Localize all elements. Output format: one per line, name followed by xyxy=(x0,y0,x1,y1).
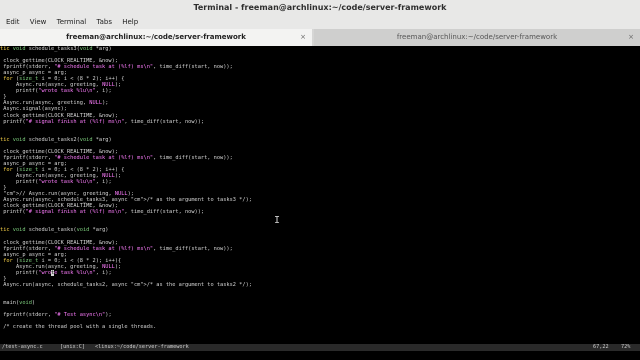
tab-1[interactable]: freeman@archlinux:~/code/server-framewor… xyxy=(0,29,312,46)
menu-terminal[interactable]: Terminal xyxy=(53,15,91,29)
status-percent: 72% xyxy=(621,344,631,350)
tab-1-close-icon[interactable]: × xyxy=(300,29,306,46)
status-format: [unix:C] xyxy=(60,344,85,350)
menu-view[interactable]: View xyxy=(26,15,51,29)
menu-help[interactable]: Help xyxy=(118,15,142,29)
status-path: <linux:~/code/server-framework xyxy=(95,344,189,350)
tab-2-label: freeman@archlinux:~/code/server-framewor… xyxy=(396,33,558,41)
tab-bar: freeman@archlinux:~/code/server-framewor… xyxy=(0,29,640,47)
tab-1-label: freeman@archlinux:~/code/server-framewor… xyxy=(66,33,246,41)
text-cursor-icon: I xyxy=(274,216,280,226)
menu-bar: Edit View Terminal Tabs Help xyxy=(0,15,640,29)
tab-2-close-icon[interactable]: × xyxy=(628,29,634,46)
status-file: /test-async.c xyxy=(2,344,43,350)
terminal-window: Terminal - freeman@archlinux:~/code/serv… xyxy=(0,0,640,360)
menu-edit[interactable]: Edit xyxy=(0,15,24,29)
status-position: 67,22 xyxy=(593,344,609,350)
command-line[interactable] xyxy=(0,351,640,360)
vim-status-line: /test-async.c [unix:C] <linux:~/code/ser… xyxy=(0,344,640,351)
menu-tabs[interactable]: Tabs xyxy=(92,15,116,29)
tab-2[interactable]: freeman@archlinux:~/code/server-framewor… xyxy=(314,29,640,46)
code-line: /* create the thread pool with a single … xyxy=(0,324,157,331)
terminal-content[interactable]: tic void schedule_tasks3(void *arg) cloc… xyxy=(0,46,640,344)
window-title: Terminal - freeman@archlinux:~/code/serv… xyxy=(0,0,640,15)
